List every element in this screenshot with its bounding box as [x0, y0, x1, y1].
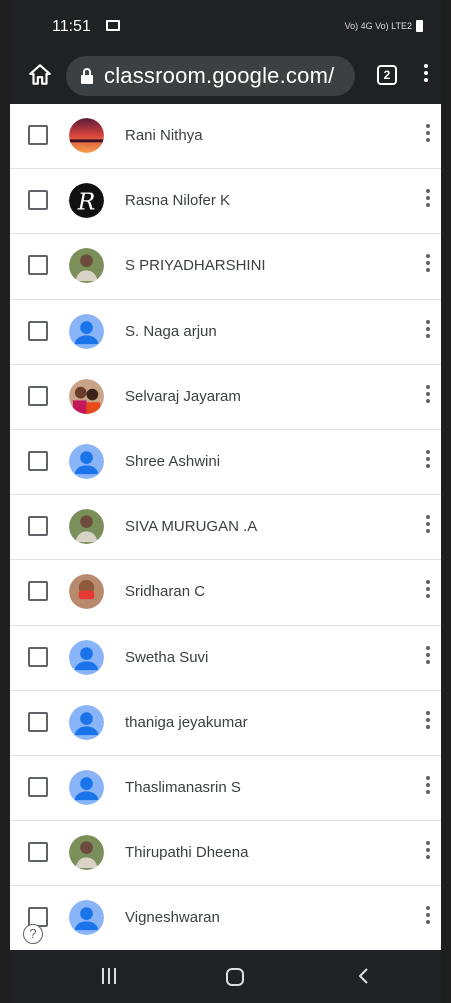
select-checkbox[interactable]: [28, 450, 48, 471]
student-row[interactable]: Vigneshwaran: [10, 886, 441, 950]
student-name: Rani Nithya: [125, 127, 203, 144]
student-row[interactable]: Thirupathi Dheena: [10, 821, 441, 887]
select-checkbox[interactable]: [28, 255, 48, 276]
student-row[interactable]: S PRIYADHARSHINI: [10, 234, 441, 300]
system-nav-bar: [10, 950, 441, 1003]
avatar: [69, 835, 104, 871]
help-icon[interactable]: ?: [23, 924, 43, 944]
home-icon[interactable]: [27, 62, 53, 88]
tab-switcher-button[interactable]: 2: [377, 65, 397, 85]
more-options-icon[interactable]: [425, 580, 431, 602]
select-checkbox[interactable]: [28, 776, 48, 797]
select-checkbox[interactable]: [28, 385, 48, 406]
select-checkbox[interactable]: [28, 581, 48, 602]
status-indicators: Vo) 4G Vo) LTE2: [345, 20, 423, 32]
select-checkbox[interactable]: [28, 190, 48, 211]
student-row[interactable]: S. Naga arjun: [10, 300, 441, 365]
student-name: Thaslimanasrin S: [125, 778, 241, 796]
select-checkbox[interactable]: [28, 516, 48, 537]
more-options-icon[interactable]: [425, 515, 431, 537]
image-notification-icon: [106, 20, 120, 31]
avatar: [69, 769, 104, 805]
phone-screen: 11:51 Vo) 4G Vo) LTE2 classroom.google.c…: [10, 0, 441, 1003]
select-checkbox[interactable]: [28, 842, 48, 863]
browser-toolbar: classroom.google.com/ 2: [10, 52, 441, 104]
more-options-icon[interactable]: [425, 841, 431, 863]
student-name: Swetha Suvi: [125, 648, 209, 666]
student-name: SIVA MURUGAN .A: [125, 518, 258, 536]
select-checkbox[interactable]: [28, 125, 48, 145]
student-name: Selvaraj Jayaram: [125, 387, 241, 405]
select-checkbox[interactable]: [28, 711, 48, 732]
more-options-icon[interactable]: [425, 906, 431, 928]
avatar: [69, 313, 104, 349]
student-name: thaniga jeyakumar: [125, 713, 248, 731]
select-checkbox[interactable]: [28, 320, 48, 341]
more-options-icon[interactable]: [425, 775, 431, 798]
network-status: Vo) 4G Vo) LTE2: [344, 21, 412, 31]
student-row[interactable]: thaniga jeyakumar: [10, 691, 441, 756]
student-row[interactable]: Sridharan C: [10, 560, 441, 626]
student-name: S PRIYADHARSHINI: [125, 257, 266, 275]
student-name: Shree Ashwini: [125, 452, 221, 470]
avatar: R: [69, 183, 104, 219]
student-list: Rani Nithya R Rasna Nilofer K S PRIYADHARSH…: [10, 104, 441, 950]
back-icon[interactable]: [354, 966, 374, 986]
battery-icon: [416, 20, 423, 32]
student-name: Sridharan C: [125, 583, 206, 601]
student-row[interactable]: Shree Ashwini: [10, 430, 441, 496]
more-options-icon[interactable]: [425, 124, 431, 146]
more-options-icon[interactable]: [425, 449, 431, 472]
select-checkbox[interactable]: [28, 646, 48, 667]
student-row[interactable]: R Rasna Nilofer K: [10, 169, 441, 235]
student-name: Vigneshwaran: [125, 909, 220, 927]
avatar: [69, 704, 104, 740]
more-options-icon[interactable]: [425, 254, 431, 276]
nav-home-icon[interactable]: [226, 968, 244, 986]
recent-apps-icon[interactable]: [102, 968, 116, 984]
url-text: classroom.google.com/: [104, 63, 335, 88]
more-options-icon[interactable]: [425, 189, 431, 211]
avatar: [69, 248, 104, 284]
avatar: [69, 574, 104, 610]
status-bar: 11:51 Vo) 4G Vo) LTE2: [10, 0, 441, 52]
student-row[interactable]: Thaslimanasrin S: [10, 756, 441, 822]
avatar: [69, 509, 104, 545]
avatar: [69, 639, 104, 675]
browser-menu-icon[interactable]: [420, 64, 432, 88]
avatar: [69, 443, 104, 479]
avatar: [69, 378, 104, 414]
avatar: [69, 900, 104, 936]
student-row[interactable]: Rani Nithya: [10, 104, 441, 170]
status-time: 11:51: [52, 18, 91, 35]
student-row[interactable]: Selvaraj Jayaram: [10, 365, 441, 430]
more-options-icon[interactable]: [425, 319, 431, 342]
svg-text:R: R: [77, 187, 96, 215]
student-name: S. Naga arjun: [125, 322, 217, 340]
student-name: Thirupathi Dheena: [125, 844, 249, 862]
more-options-icon[interactable]: [425, 645, 431, 668]
address-bar[interactable]: classroom.google.com/: [66, 56, 355, 96]
lock-icon: [81, 68, 93, 84]
student-name: Rasna Nilofer K: [125, 192, 231, 210]
student-row[interactable]: SIVA MURUGAN .A: [10, 495, 441, 561]
student-row[interactable]: Swetha Suvi: [10, 626, 441, 691]
more-options-icon[interactable]: [425, 384, 431, 407]
more-options-icon[interactable]: [425, 710, 431, 733]
avatar: [69, 118, 104, 153]
